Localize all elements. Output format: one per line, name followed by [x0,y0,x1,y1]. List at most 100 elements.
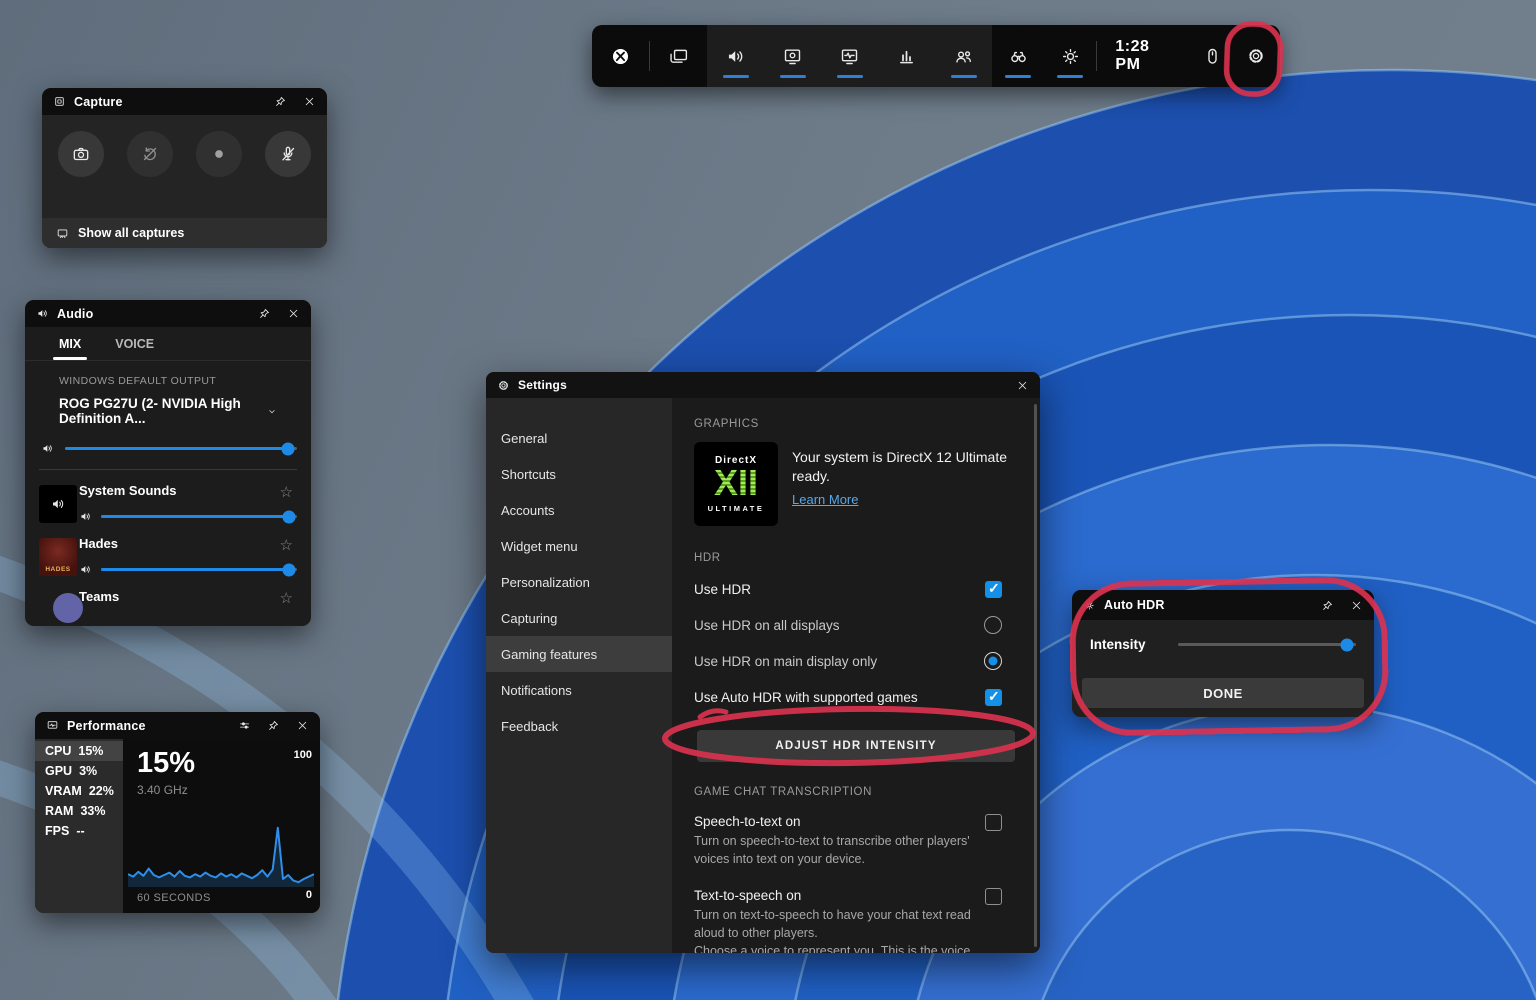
text-to-speech-checkbox[interactable] [985,888,1002,905]
capture-icon [782,46,803,67]
output-device-dropdown[interactable]: ROG PG27U (2- NVIDIA High Definition A..… [59,396,277,426]
start-recording-button[interactable] [196,131,242,177]
favorite-star-icon[interactable]: ☆ [280,483,293,501]
hdr-main-display-radio[interactable] [984,652,1002,670]
pin-icon[interactable] [274,95,287,108]
metric-row-gpu[interactable]: GPU 3% [35,761,123,781]
slider-thumb[interactable] [282,510,296,523]
sidebar-item-gaming-features[interactable]: Gaming features [486,636,672,672]
favorite-star-icon[interactable]: ☆ [280,589,293,607]
sidebar-item-shortcuts[interactable]: Shortcuts [486,456,672,492]
sidebar-item-general[interactable]: General [486,420,672,456]
record-last-30s-button[interactable] [127,131,173,177]
widget-menu-icon [668,46,689,67]
microphone-toggle-button[interactable] [265,131,311,177]
output-device-value: ROG PG27U (2- NVIDIA High Definition A..… [59,396,241,426]
x-axis-label: 60 SECONDS [137,892,211,904]
speaker-icon [36,307,49,320]
options-sliders-icon[interactable] [238,719,251,732]
slider-thumb[interactable] [282,563,296,576]
adjust-hdr-intensity-button[interactable]: ADJUST HDR INTENSITY [697,730,1015,762]
slider-thumb[interactable] [281,442,295,455]
use-hdr-checkbox[interactable] [985,580,1002,598]
sidebar-item-personalization[interactable]: Personalization [486,564,672,600]
mouse-icon [1202,46,1223,67]
slider-thumb[interactable] [1340,638,1354,651]
master-volume-slider[interactable] [65,442,297,455]
record-dot-icon [209,144,229,164]
teams-thumbnail [53,593,83,623]
done-button[interactable]: DONE [1082,678,1364,708]
performance-titlebar[interactable]: Performance [35,712,320,739]
scrollbar[interactable] [1034,404,1037,947]
metric-row-vram[interactable]: VRAM 22% [35,781,123,801]
chevron-down-icon [267,405,277,418]
hdr-main-display-row: Use HDR on main display only [694,650,1016,672]
toolbar-right-segment: 1:28 PM [992,25,1280,87]
hdr-sun-icon [1083,599,1096,612]
hdr-all-displays-radio[interactable] [984,616,1002,634]
capture-widget-button[interactable] [764,25,821,87]
broadcast-widget-button[interactable] [821,25,878,87]
audio-titlebar[interactable]: Audio [25,300,311,327]
favorite-star-icon[interactable]: ☆ [280,536,293,554]
hdr-header: HDR [694,552,721,564]
xbox-home-button[interactable] [592,25,649,87]
intensity-label: Intensity [1090,637,1146,652]
directx-ready-message: Your system is DirectX 12 Ultimate ready… [792,449,1007,484]
tab-voice[interactable]: VOICE [115,337,154,360]
hades-thumbnail: HADES [39,538,77,576]
settings-button[interactable] [1232,25,1280,87]
capture-titlebar[interactable]: Capture [42,88,327,115]
settings-titlebar[interactable]: Settings [486,372,1040,398]
sun-icon [1060,46,1081,67]
speech-to-text-checkbox[interactable] [985,814,1002,831]
sidebar-item-capturing[interactable]: Capturing [486,600,672,636]
broadcast-icon [839,46,860,67]
performance-widget-button[interactable] [878,25,935,87]
metric-row-cpu[interactable]: CPU 15% [35,741,123,761]
show-all-captures-button[interactable]: Show all captures [42,218,327,248]
learn-more-link[interactable]: Learn More [792,492,858,507]
use-hdr-row: Use HDR [694,578,1016,600]
pin-icon[interactable] [258,307,271,320]
auto-hdr-titlebar[interactable]: Auto HDR [1072,590,1374,620]
auto-hdr-title: Auto HDR [1104,598,1165,612]
audio-title: Audio [57,306,94,321]
cpu-clock-speed: 3.40 GHz [137,783,188,797]
audio-widget-button[interactable] [707,25,764,87]
tab-mix[interactable]: MIX [52,337,88,360]
auto-hdr-games-checkbox[interactable] [985,688,1002,706]
output-label: WINDOWS DEFAULT OUTPUT [59,375,217,387]
intensity-slider[interactable] [1177,638,1356,651]
sidebar-item-widget-menu[interactable]: Widget menu [486,528,672,564]
social-widget-button[interactable] [935,25,992,87]
metric-row-fps[interactable]: FPS -- [35,821,123,841]
settings-sidebar: General Shortcuts Accounts Widget menu P… [486,398,672,953]
close-icon[interactable] [1016,379,1029,392]
hades-volume-slider[interactable] [101,563,297,576]
widget-menu-button[interactable] [650,25,707,87]
sidebar-item-notifications[interactable]: Notifications [486,672,672,708]
screenshot-button[interactable] [58,131,104,177]
close-icon[interactable] [296,719,309,732]
people-icon [953,46,974,67]
looking-for-group-button[interactable] [992,25,1044,87]
sidebar-item-accounts[interactable]: Accounts [486,492,672,528]
system-sounds-volume-slider[interactable] [101,510,297,523]
capture-window-icon [53,95,66,108]
pin-icon[interactable] [1321,599,1334,612]
active-indicator [722,75,749,78]
close-icon[interactable] [303,95,316,108]
xbox-logo-icon [610,46,631,67]
gear-icon [1246,46,1266,66]
game-bar-toolbar: 1:28 PM [592,25,1280,87]
brightness-button[interactable] [1044,25,1096,87]
close-icon[interactable] [287,307,300,320]
metric-row-ram[interactable]: RAM 33% [35,801,123,821]
close-icon[interactable] [1350,599,1363,612]
speech-to-text-item: Speech-to-text on Turn on speech-to-text… [694,814,1016,868]
pin-icon[interactable] [267,719,280,732]
sidebar-item-feedback[interactable]: Feedback [486,708,672,744]
mouse-mode-button[interactable] [1192,25,1232,87]
